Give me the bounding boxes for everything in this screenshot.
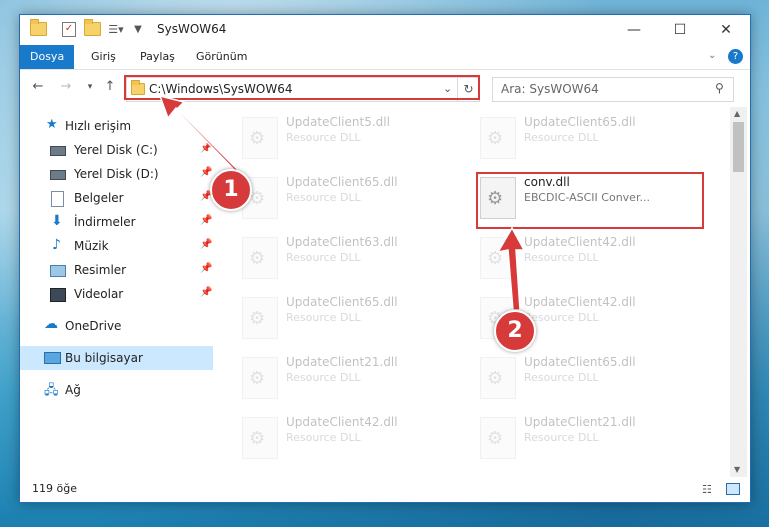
annotation-arrows: [158, 94, 526, 311]
step-2-badge: 2: [494, 310, 536, 352]
step-1-badge: 1: [210, 169, 252, 211]
arrow-to-conv-dll: [496, 226, 526, 311]
